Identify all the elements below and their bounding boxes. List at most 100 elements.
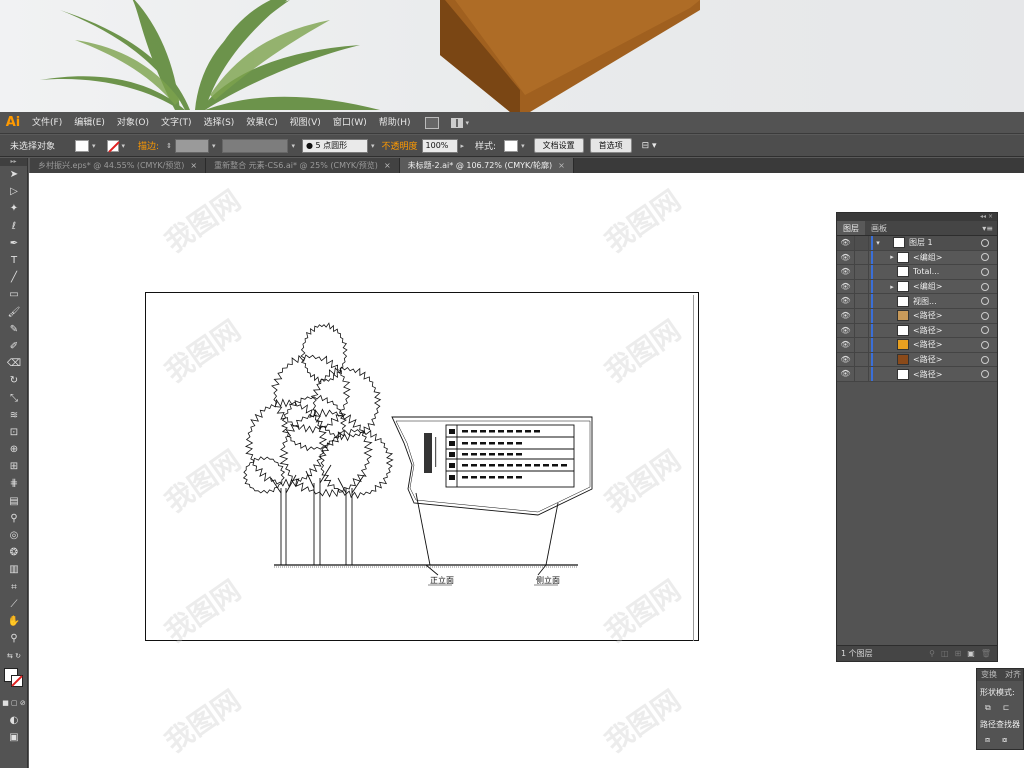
expand-triangle-icon[interactable]: ▾ (873, 239, 883, 247)
close-icon[interactable]: × (384, 161, 391, 170)
gradient-tool-icon[interactable]: ▤ (0, 493, 28, 510)
color-mode-icon[interactable]: ■ ▢ ⊘ (0, 694, 28, 711)
locate-object-icon[interactable]: ⚲ (929, 649, 935, 658)
graphic-style-swatch[interactable] (504, 139, 519, 152)
lock-toggle[interactable] (855, 294, 869, 308)
target-circle-icon[interactable] (981, 238, 989, 247)
lock-toggle[interactable] (855, 250, 869, 265)
lock-toggle[interactable] (855, 265, 869, 279)
stepper-icon[interactable]: ⇕ (166, 142, 172, 150)
fill-stroke-swatches[interactable] (0, 664, 28, 694)
target-circle-icon[interactable] (981, 311, 989, 320)
swap-colors-icon[interactable]: ⇆ ↻ (0, 647, 28, 664)
slice-tool-icon[interactable]: ⟋ (0, 596, 28, 613)
scale-tool-icon[interactable]: ⤡ (0, 389, 28, 406)
menu-file[interactable]: 文件(F) (26, 112, 68, 134)
rotate-tool-icon[interactable]: ↻ (0, 372, 28, 389)
layer-row[interactable]: 👁 <路径> (837, 367, 997, 382)
layer-row[interactable]: 👁 <路径> (837, 338, 997, 353)
trim-icon[interactable]: ⧇ (1002, 735, 1007, 745)
menu-object[interactable]: 对象(O) (111, 112, 155, 134)
target-circle-icon[interactable] (981, 340, 989, 349)
chevron-down-icon[interactable]: ▾ (291, 142, 295, 150)
new-sublayer-icon[interactable]: ⊞ (955, 649, 962, 658)
paintbrush-tool-icon[interactable]: 🖌 (0, 304, 28, 321)
type-tool-icon[interactable]: T (0, 252, 28, 269)
chevron-down-icon[interactable]: ▾ (466, 119, 470, 127)
menu-edit[interactable]: 编辑(E) (68, 112, 111, 134)
unite-icon[interactable]: ⧉ (985, 703, 991, 713)
shape-builder-tool-icon[interactable]: ⊕ (0, 441, 28, 458)
document-tab-active[interactable]: 未标题-2.ai* @ 106.72% (CMYK/轮廓) × (399, 158, 574, 173)
layer-row[interactable]: 👁 <路径> (837, 352, 997, 368)
visibility-eye-icon[interactable]: 👁 (837, 265, 855, 279)
mesh-tool-icon[interactable]: ⋕ (0, 475, 28, 492)
drawing-mode-icon[interactable]: ◐ (0, 712, 28, 729)
screen-mode-icon[interactable]: ▣ (0, 729, 28, 746)
tab-transform[interactable]: 变换 (977, 669, 1001, 681)
document-setup-button[interactable]: 文档设置 (533, 138, 584, 153)
visibility-eye-icon[interactable]: 👁 (837, 352, 855, 367)
divide-icon[interactable]: ⧈ (985, 735, 990, 745)
chevron-down-icon[interactable]: ▾ (521, 142, 525, 150)
fill-swatch[interactable] (75, 139, 90, 152)
expand-triangle-icon[interactable]: ▸ (887, 283, 897, 291)
menu-view[interactable]: 视图(V) (284, 112, 327, 134)
lock-toggle[interactable] (855, 352, 869, 367)
magic-wand-tool-icon[interactable]: ✦ (0, 200, 28, 217)
target-circle-icon[interactable] (981, 326, 989, 335)
artboard-tool-icon[interactable]: ⌗ (0, 579, 28, 596)
perspective-grid-tool-icon[interactable]: ⊞ (0, 458, 28, 475)
target-circle-icon[interactable] (981, 253, 989, 262)
document-tab[interactable]: 乡村振兴.eps* @ 44.55% (CMYK/预览) × (30, 158, 207, 173)
lock-toggle[interactable] (855, 308, 869, 323)
layer-row[interactable]: 👁 ▸ <编组> (837, 279, 997, 295)
artboard[interactable]: 正立面 侧立面 (145, 292, 699, 641)
arrange-documents-icon[interactable] (450, 117, 463, 128)
layer-row[interactable]: 👁 ▸ <编组> (837, 250, 997, 266)
tab-layers[interactable]: 图层 (837, 221, 865, 235)
chevron-down-icon[interactable]: ▾ (212, 142, 216, 150)
tab-artboards[interactable]: 画板 (865, 221, 893, 235)
panel-grip[interactable]: ▸▸ (0, 158, 27, 166)
line-tool-icon[interactable]: ╱ (0, 269, 28, 286)
menu-window[interactable]: 窗口(W) (327, 112, 373, 134)
chevron-down-icon[interactable]: ▾ (122, 142, 126, 150)
visibility-eye-icon[interactable]: 👁 (837, 279, 855, 294)
tab-align[interactable]: 对齐 (1001, 669, 1024, 681)
symbol-sprayer-tool-icon[interactable]: ❂ (0, 544, 28, 561)
lock-toggle[interactable] (855, 236, 869, 250)
blend-tool-icon[interactable]: ◎ (0, 527, 28, 544)
stroke-swatch[interactable] (106, 139, 119, 152)
pencil-tool-icon[interactable]: ✎ (0, 321, 28, 338)
expand-triangle-icon[interactable]: ▸ (887, 253, 897, 261)
chevron-down-icon[interactable]: ▾ (371, 142, 375, 150)
warp-tool-icon[interactable]: ≋ (0, 407, 28, 424)
target-circle-icon[interactable] (981, 297, 989, 306)
bridge-icon[interactable] (424, 116, 439, 129)
zoom-tool-icon[interactable]: ⚲ (0, 630, 28, 647)
eyedropper-tool-icon[interactable]: ⚲ (0, 510, 28, 527)
layer-row[interactable]: 👁 <路径> (837, 323, 997, 339)
close-icon[interactable]: × (190, 161, 197, 170)
visibility-eye-icon[interactable]: 👁 (837, 250, 855, 265)
target-circle-icon[interactable] (981, 267, 989, 276)
visibility-eye-icon[interactable]: 👁 (837, 338, 855, 352)
variable-width-field[interactable] (222, 138, 289, 153)
menu-select[interactable]: 选择(S) (198, 112, 241, 134)
target-circle-icon[interactable] (981, 370, 989, 379)
visibility-eye-icon[interactable]: 👁 (837, 236, 855, 250)
hand-tool-icon[interactable]: ✋ (0, 613, 28, 630)
opacity-field[interactable]: 100% (421, 138, 458, 153)
stroke-weight-field[interactable] (174, 138, 209, 153)
lock-toggle[interactable] (855, 367, 869, 381)
menu-help[interactable]: 帮助(H) (373, 112, 417, 134)
menu-type[interactable]: 文字(T) (155, 112, 198, 134)
free-transform-tool-icon[interactable]: ⊡ (0, 424, 28, 441)
selection-tool-icon[interactable]: ➤ (0, 166, 28, 183)
lock-toggle[interactable] (855, 323, 869, 338)
panel-collapse-icon[interactable]: ◂◂ × (837, 213, 997, 221)
blob-brush-tool-icon[interactable]: ✐ (0, 338, 28, 355)
layer-row[interactable]: 👁 视图... (837, 294, 997, 309)
visibility-eye-icon[interactable]: 👁 (837, 367, 855, 381)
